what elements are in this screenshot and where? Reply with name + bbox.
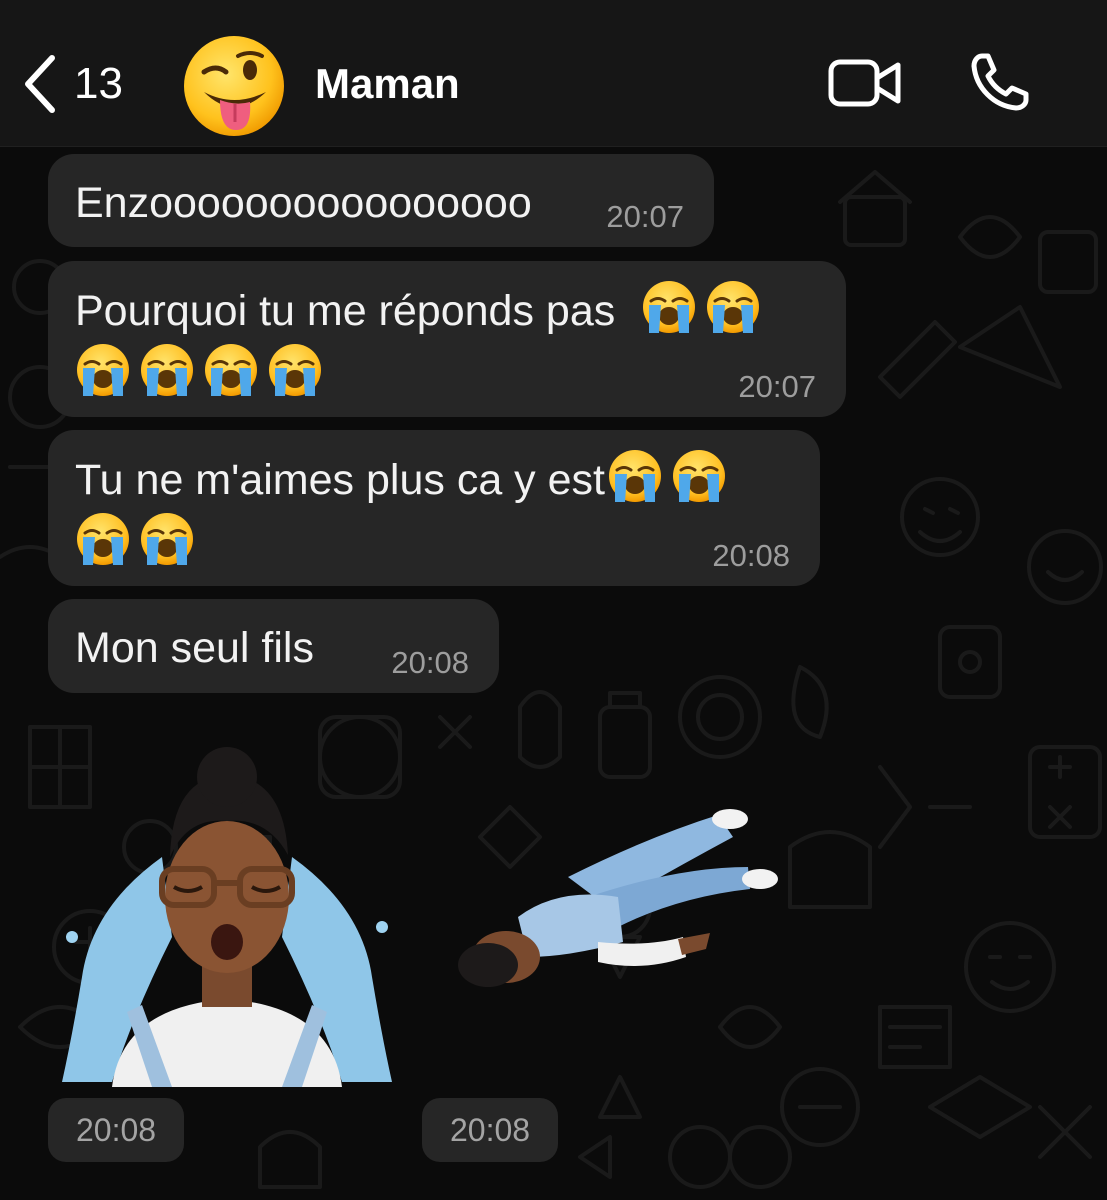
loudly-crying-face-icon — [267, 342, 323, 398]
message-text — [75, 342, 818, 405]
message-time: 20:08 — [391, 645, 469, 680]
message-text: Enzoooooooooooooooo — [75, 179, 532, 227]
message-text: Pourquoi tu me réponds pas — [75, 279, 818, 342]
winking-face-with-tongue-icon — [184, 36, 284, 136]
loudly-crying-face-icon — [671, 448, 727, 504]
lying-down-avatar-icon — [458, 809, 778, 987]
loudly-crying-face-icon — [75, 342, 131, 398]
contact-name[interactable]: Maman — [315, 60, 460, 108]
voice-call-button[interactable] — [968, 50, 1032, 114]
loudly-crying-face-icon — [705, 279, 761, 335]
loudly-crying-face-icon — [75, 511, 131, 567]
chevron-left-icon — [25, 55, 55, 113]
loudly-crying-face-icon — [641, 279, 697, 335]
message-text-line: Pourquoi tu me réponds pas — [75, 287, 616, 335]
video-camera-icon — [828, 59, 901, 107]
message-text: Tu ne m'aimes plus ca y est — [75, 448, 792, 511]
message-time: 20:08 — [712, 538, 790, 573]
avatar[interactable] — [182, 34, 286, 138]
sticker-time: 20:08 — [48, 1098, 185, 1162]
loudly-crying-face-icon — [139, 342, 195, 398]
loudly-crying-face-icon — [203, 342, 259, 398]
message-bubble[interactable]: Enzoooooooooooooooo 20:07 — [48, 154, 714, 247]
chat-header: 13 Maman — [0, 0, 1107, 147]
message-text — [75, 511, 792, 574]
video-call-button[interactable] — [828, 56, 902, 110]
message-bubble[interactable]: Mon seul fils 20:08 — [48, 599, 499, 693]
crying-avatar-icon — [62, 747, 392, 1087]
message-text-line: Tu ne m'aimes plus ca y est — [75, 456, 605, 504]
message-time: 20:07 — [738, 369, 816, 404]
sticker-time: 20:08 — [422, 1098, 559, 1162]
phone-icon — [971, 53, 1029, 111]
message-bubble[interactable]: Tu ne m'aimes plus ca y est 20:08 — [48, 430, 820, 586]
chat-area[interactable]: Enzoooooooooooooooo 20:07 Pourquoi tu me… — [0, 147, 1107, 1200]
message-bubble[interactable]: Pourquoi tu me réponds pas 20:07 — [48, 261, 846, 417]
loudly-crying-face-icon — [139, 511, 195, 567]
lying-down-avatar-sticker[interactable] — [448, 797, 788, 997]
loudly-crying-face-icon — [607, 448, 663, 504]
crying-avatar-sticker[interactable] — [52, 737, 402, 1087]
message-time: 20:07 — [606, 199, 684, 234]
unread-count: 13 — [74, 59, 123, 108]
back-button[interactable]: 13 — [20, 52, 123, 116]
